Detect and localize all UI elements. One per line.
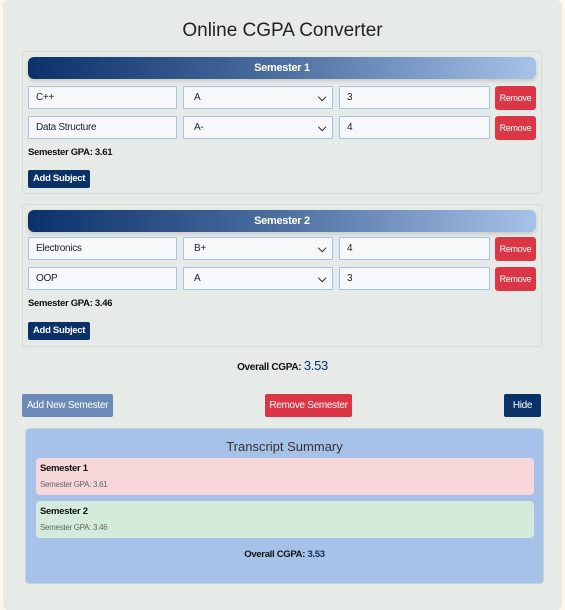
add-subject-button[interactable]: Add Subject xyxy=(28,322,91,340)
summary-overall-value: 3.53 xyxy=(307,549,325,560)
grade-select[interactable]: A- ⌵ xyxy=(183,116,333,139)
subject-name-input[interactable]: Data Structure xyxy=(28,116,177,139)
remove-subject-button[interactable]: Remove xyxy=(495,237,536,261)
chevron-down-icon: ⌵ xyxy=(317,122,326,134)
summary-semester-gpa: Semester GPA: 3.61 xyxy=(40,480,108,489)
credits-input[interactable]: 4 xyxy=(339,116,490,139)
semester-header: Semester 2 xyxy=(28,210,536,232)
add-new-semester-button[interactable]: Add New Semester xyxy=(22,394,113,417)
overall-cgpa-label: Overall CGPA: xyxy=(237,362,302,373)
chevron-down-icon: ⌵ xyxy=(317,243,326,255)
transcript-summary: Transcript Summary Semester 1 Semester G… xyxy=(25,428,544,584)
grade-select[interactable]: A ⌵ xyxy=(183,267,333,290)
subject-name-input[interactable]: C++ xyxy=(28,86,177,109)
grade-select[interactable]: A ⌵ xyxy=(183,86,333,109)
page-title: Online CGPA Converter xyxy=(182,20,383,41)
summary-semester-gpa: Semester GPA: 3.46 xyxy=(40,523,108,532)
grade-select[interactable]: B+ ⌵ xyxy=(183,237,333,260)
semester-card-2: Semester 2 Electronics B+ ⌵ 4 Remove OOP … xyxy=(22,204,542,347)
credits-input[interactable]: 4 xyxy=(339,237,490,260)
app-container: Online CGPA Converter Semester 1 C++ A ⌵ … xyxy=(3,0,562,610)
grade-value: B+ xyxy=(194,243,206,254)
summary-title: Transcript Summary xyxy=(226,439,343,454)
chevron-down-icon: ⌵ xyxy=(317,273,326,285)
semester-gpa: Semester GPA: 3.46 xyxy=(28,298,113,309)
summary-overall-cgpa: Overall CGPA: 3.53 xyxy=(26,549,543,560)
grade-value: A- xyxy=(194,122,204,133)
subject-name-input[interactable]: OOP xyxy=(28,267,177,290)
summary-item-semester-1: Semester 1 Semester GPA: 3.61 xyxy=(36,458,534,495)
summary-overall-label: Overall CGPA: xyxy=(244,549,306,560)
remove-semester-button[interactable]: Remove Semester xyxy=(265,394,352,417)
semester-gpa: Semester GPA: 3.61 xyxy=(28,147,113,158)
subject-row: Electronics B+ ⌵ 4 Remove xyxy=(28,237,538,262)
subject-row: Data Structure A- ⌵ 4 Remove xyxy=(28,116,538,141)
subject-name-input[interactable]: Electronics xyxy=(28,237,177,260)
credits-input[interactable]: 3 xyxy=(339,267,490,290)
add-subject-button[interactable]: Add Subject xyxy=(28,170,91,188)
summary-semester-name: Semester 2 xyxy=(40,506,88,517)
subject-row: C++ A ⌵ 3 Remove xyxy=(28,86,538,111)
summary-item-semester-2: Semester 2 Semester GPA: 3.46 xyxy=(36,501,534,538)
hide-button[interactable]: Hide xyxy=(504,394,541,417)
remove-subject-button[interactable]: Remove xyxy=(495,86,536,110)
semester-header: Semester 1 xyxy=(28,57,536,79)
credits-input[interactable]: 3 xyxy=(339,86,490,109)
semester-card-1: Semester 1 C++ A ⌵ 3 Remove Data Structur… xyxy=(22,51,542,194)
overall-cgpa: Overall CGPA: 3.53 xyxy=(3,358,562,373)
remove-subject-button[interactable]: Remove xyxy=(495,116,536,140)
subject-row: OOP A ⌵ 3 Remove xyxy=(28,267,538,292)
overall-cgpa-value: 3.53 xyxy=(303,358,328,373)
chevron-down-icon: ⌵ xyxy=(317,92,326,104)
summary-semester-name: Semester 1 xyxy=(40,463,88,474)
grade-value: A xyxy=(194,273,201,284)
remove-subject-button[interactable]: Remove xyxy=(495,267,536,291)
grade-value: A xyxy=(194,92,201,103)
